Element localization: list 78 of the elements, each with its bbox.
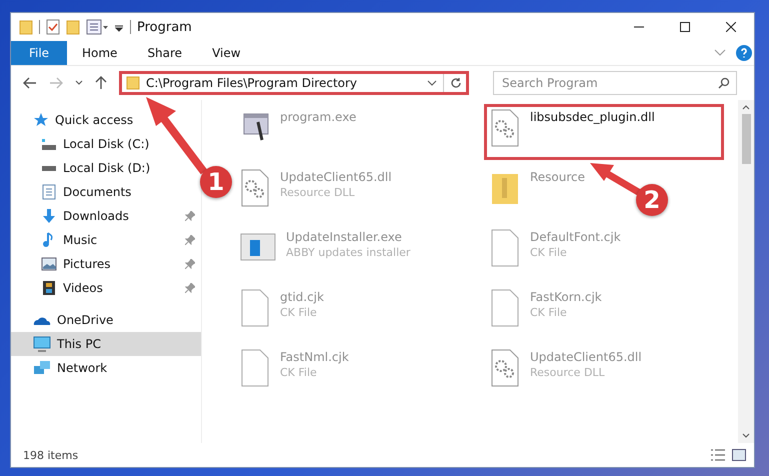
properties-icon[interactable]: [86, 19, 108, 35]
download-arrow-icon: [41, 208, 57, 224]
minimize-icon: [634, 26, 644, 28]
file-name: FastNml.cjk: [280, 350, 349, 364]
ribbon-tab[interactable]: Home: [67, 41, 132, 65]
monitor-icon: [33, 336, 51, 352]
address-path: C:\Program Files\Program Directory: [146, 76, 358, 90]
sidebar-item[interactable]: Local Disk (C:): [41, 132, 150, 156]
refresh-icon[interactable]: [450, 77, 462, 89]
file-type: CK File: [280, 306, 318, 319]
search-field[interactable]: Search Program: [493, 71, 737, 95]
pin-icon[interactable]: [185, 235, 195, 245]
file-icon: [490, 288, 520, 328]
file-icon: [490, 228, 520, 268]
film-icon: [41, 280, 57, 296]
file-name: libsubsdec_plugin.dll: [530, 110, 655, 124]
chevron-down-icon[interactable]: [427, 80, 437, 86]
file-type: CK File: [530, 306, 568, 319]
file-type: Resource DLL: [530, 366, 606, 379]
ribbon-tab[interactable]: Share: [132, 41, 198, 65]
file-type: Resource DLL: [280, 186, 356, 199]
details-view-icon[interactable]: [710, 449, 726, 461]
file-icon: [240, 348, 270, 388]
address-bar[interactable]: C:\Program Files\Program Directory: [119, 71, 469, 95]
file-name: UpdateInstaller.exe: [286, 230, 403, 244]
file-name: UpdateClient65.dll: [530, 350, 642, 364]
sidebar-item[interactable]: Music: [41, 228, 98, 252]
scroll-down-icon[interactable]: [742, 433, 750, 439]
sidebar-item[interactable]: OneDrive: [11, 308, 201, 332]
large-icons-view-icon[interactable]: [732, 449, 746, 461]
pin-icon[interactable]: [185, 283, 195, 293]
pin-icon[interactable]: [185, 211, 195, 221]
sidebar-item[interactable]: Network: [11, 356, 201, 380]
search-icon: [718, 77, 730, 89]
document-icon: [41, 184, 57, 200]
help-icon[interactable]: [736, 45, 752, 61]
sidebar-item[interactable]: Documents: [41, 180, 132, 204]
sidebar-item[interactable]: Pictures: [41, 252, 111, 276]
file-name: FastKorn.cjk: [530, 290, 602, 304]
file-type: CK File: [530, 246, 568, 259]
file-menu-tab[interactable]: File: [11, 41, 67, 65]
file-icon: [240, 288, 270, 328]
maximize-icon: [680, 22, 690, 32]
file-name: UpdateClient65.dll: [280, 170, 392, 184]
up-arrow-icon[interactable]: [95, 76, 107, 90]
file-name: DefaultFont.cjk: [530, 230, 621, 244]
sidebar-item[interactable]: Quick access: [11, 108, 201, 132]
back-arrow-icon[interactable]: [23, 77, 37, 89]
file-name: Resource: [530, 170, 586, 184]
network-icon: [33, 360, 51, 376]
file-type: ABBY updates installer: [286, 246, 410, 259]
picture-icon: [41, 256, 57, 272]
scrollbar-thumb[interactable]: [742, 114, 750, 164]
sidebar-item[interactable]: Videos: [41, 276, 103, 300]
window-title: Program: [137, 20, 192, 34]
gears-file-icon: [240, 168, 270, 208]
scrollbar[interactable]: [738, 100, 754, 443]
close-icon: [726, 22, 736, 32]
scroll-up-icon[interactable]: [742, 104, 750, 110]
star-icon: [33, 112, 49, 128]
drive-icon: [42, 138, 56, 150]
chevron-down-icon[interactable]: [75, 80, 83, 86]
gears-file-icon: [490, 108, 520, 148]
sidebar-item[interactable]: This PC: [11, 332, 201, 356]
sidebar-item[interactable]: Downloads: [41, 204, 129, 228]
file-item[interactable]: libsubsdec_plugin.dll: [484, 104, 724, 160]
drive-icon: [42, 166, 56, 170]
ribbon-tab[interactable]: View: [197, 41, 256, 65]
item-count: 198 items: [23, 448, 78, 462]
file-name: gtid.cjk: [280, 290, 324, 304]
folder-icon: [126, 76, 140, 90]
sidebar-item[interactable]: Local Disk (D:): [41, 156, 150, 180]
arrow: [590, 163, 642, 195]
gears-file-icon: [490, 348, 520, 388]
file-type: CK File: [280, 366, 318, 379]
file-name: program.exe: [280, 110, 356, 124]
pin-icon[interactable]: [185, 259, 195, 269]
checklist-icon[interactable]: [46, 19, 60, 35]
